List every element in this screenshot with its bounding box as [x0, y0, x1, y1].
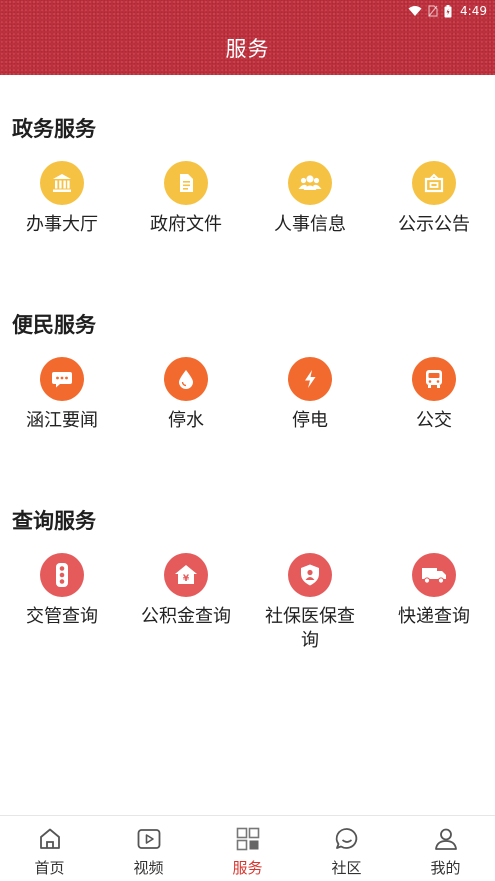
tab-community[interactable]: 社区	[297, 816, 396, 881]
app-header: 4:49 服务	[0, 0, 495, 75]
document-icon	[164, 161, 208, 205]
service-label: 公交	[416, 410, 452, 431]
service-item-traffic[interactable]: 交管查询	[0, 553, 124, 629]
tab-label: 视频	[133, 859, 164, 877]
people-icon	[288, 161, 332, 205]
bus-icon	[412, 357, 456, 401]
hall-icon	[40, 161, 84, 205]
home-icon	[39, 828, 60, 849]
gov-services-grid: 办事大厅 政府文件 人事信息 公示公告	[0, 161, 495, 261]
section-title: 便民服务	[12, 313, 96, 337]
service-label: 公示公告	[398, 214, 470, 235]
sim-icon	[428, 5, 438, 17]
service-item-housing-fund[interactable]: ¥ 公积金查询	[124, 553, 248, 629]
water-drop-icon	[164, 357, 208, 401]
service-label: 快递查询	[398, 606, 470, 627]
user-icon	[434, 828, 457, 850]
housing-fund-icon: ¥	[164, 553, 208, 597]
section-title: 查询服务	[12, 509, 96, 533]
service-item-hall[interactable]: 办事大厅	[0, 161, 124, 237]
service-item-express[interactable]: 快递查询	[372, 553, 495, 629]
tab-video[interactable]: 视频	[99, 816, 198, 881]
section-title: 政务服务	[12, 117, 96, 141]
video-icon	[137, 829, 160, 849]
service-label: 人事信息	[274, 214, 346, 235]
civil-services-grid: 涵江要闻 停水 停电 公交	[0, 357, 495, 457]
tab-services[interactable]: 服务	[198, 816, 297, 881]
tab-label: 社区	[331, 859, 362, 877]
wifi-icon	[408, 6, 422, 16]
lightning-icon	[288, 357, 332, 401]
service-item-water-outage[interactable]: 停水	[124, 357, 248, 433]
notice-icon	[412, 161, 456, 205]
service-label: 停水	[168, 410, 204, 431]
page-title: 服务	[225, 37, 270, 61]
service-label: 交管查询	[26, 606, 98, 627]
status-time: 4:49	[460, 4, 487, 18]
bottom-tab-bar: 首页 视频 服务 社区 我的	[0, 815, 495, 881]
svg-text:¥: ¥	[183, 574, 190, 584]
service-item-personnel[interactable]: 人事信息	[248, 161, 372, 237]
truck-icon	[412, 553, 456, 597]
tab-label: 服务	[232, 859, 263, 877]
tab-label: 首页	[34, 859, 65, 877]
traffic-light-icon	[40, 553, 84, 597]
service-item-social-insurance[interactable]: 社保医保查询	[248, 553, 372, 653]
battery-icon	[444, 4, 452, 17]
shield-user-icon	[288, 553, 332, 597]
service-item-power-outage[interactable]: 停电	[248, 357, 372, 433]
chat-bubble-icon	[335, 828, 357, 849]
tab-profile[interactable]: 我的	[396, 816, 495, 881]
service-label: 停电	[292, 410, 328, 431]
service-label: 政府文件	[150, 214, 222, 235]
service-label: 公积金查询	[141, 606, 231, 627]
service-item-hanjiang-news[interactable]: 涵江要闻	[0, 357, 124, 433]
service-item-bus[interactable]: 公交	[372, 357, 495, 433]
status-bar: 4:49	[408, 2, 487, 20]
query-services-grid: 交管查询 ¥ 公积金查询 社保医保查询 快递查询	[0, 553, 495, 653]
service-label: 涵江要闻	[26, 410, 98, 431]
service-item-gov-docs[interactable]: 政府文件	[124, 161, 248, 237]
service-item-notices[interactable]: 公示公告	[372, 161, 495, 237]
service-label: 社保医保查询	[265, 606, 355, 651]
chat-icon	[40, 357, 84, 401]
tab-label: 我的	[430, 859, 461, 877]
services-content: 政务服务 办事大厅 政府文件 人事信息 公示公告 便民服务 涵江要闻 停水 停电…	[0, 75, 495, 815]
grid-icon	[236, 827, 259, 851]
service-label: 办事大厅	[26, 214, 98, 235]
tab-home[interactable]: 首页	[0, 816, 99, 881]
